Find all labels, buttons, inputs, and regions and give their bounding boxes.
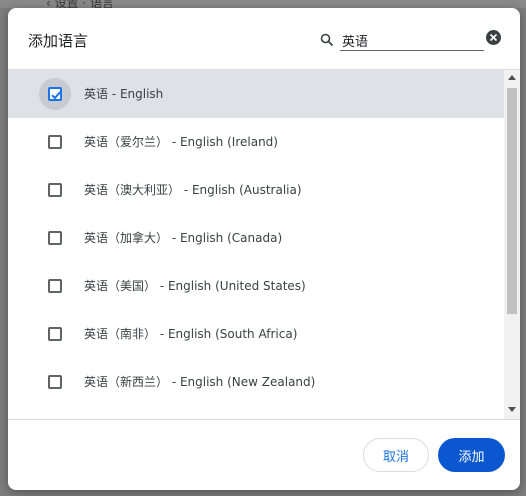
language-checkbox[interactable] xyxy=(48,183,62,197)
language-label: 英语（南非） - English (South Africa) xyxy=(84,327,298,341)
language-list: 英语 - English 英语（爱尔兰） - English (Ireland)… xyxy=(8,70,520,419)
language-checkbox[interactable] xyxy=(48,327,62,341)
language-checkbox[interactable] xyxy=(48,231,62,245)
cancel-button[interactable]: 取消 xyxy=(363,438,429,472)
language-label: 英语（澳大利亚） - English (Australia) xyxy=(84,183,302,197)
language-label: 英语 - English xyxy=(84,87,164,101)
language-label: 英语（美国） - English (United States) xyxy=(84,279,306,293)
footer-divider xyxy=(8,419,520,420)
add-button[interactable]: 添加 xyxy=(438,438,505,472)
language-label: 英语（新西兰） - English (New Zealand) xyxy=(84,375,316,389)
add-language-dialog: 添加语言 英语 - English xyxy=(8,8,520,490)
language-row[interactable]: 英语（加拿大） - English (Canada) xyxy=(8,214,504,262)
language-row[interactable]: 英语（爱尔兰） - English (Ireland) xyxy=(8,118,504,166)
language-row[interactable]: 英语（澳大利亚） - English (Australia) xyxy=(8,166,504,214)
language-checkbox[interactable] xyxy=(48,279,62,293)
search-box xyxy=(320,30,504,54)
scroll-up-arrow-icon[interactable] xyxy=(508,74,516,80)
checkmark-icon xyxy=(51,91,61,100)
language-checkbox[interactable] xyxy=(48,87,62,101)
clear-search-button[interactable] xyxy=(486,30,501,45)
language-row[interactable]: 英语（南非） - English (South Africa) xyxy=(8,310,504,358)
language-row[interactable]: 英语（美国） - English (United States) xyxy=(8,262,504,310)
list-scrollbar[interactable] xyxy=(504,70,520,419)
language-checkbox[interactable] xyxy=(48,135,62,149)
language-label: 英语（爱尔兰） - English (Ireland) xyxy=(84,135,278,149)
search-input[interactable] xyxy=(340,30,484,51)
scrollbar-thumb[interactable] xyxy=(507,88,517,314)
search-icon xyxy=(320,32,336,48)
language-row[interactable]: 英语（新西兰） - English (New Zealand) xyxy=(8,358,504,406)
language-row[interactable]: 英语 - English xyxy=(8,70,504,118)
dialog-title: 添加语言 xyxy=(28,32,89,50)
language-checkbox[interactable] xyxy=(48,375,62,389)
background-page: ‹ 设置 · 语言 xyxy=(0,0,526,10)
close-icon xyxy=(489,33,498,42)
language-label: 英语（加拿大） - English (Canada) xyxy=(84,231,283,245)
scroll-down-arrow-icon[interactable] xyxy=(508,407,516,413)
